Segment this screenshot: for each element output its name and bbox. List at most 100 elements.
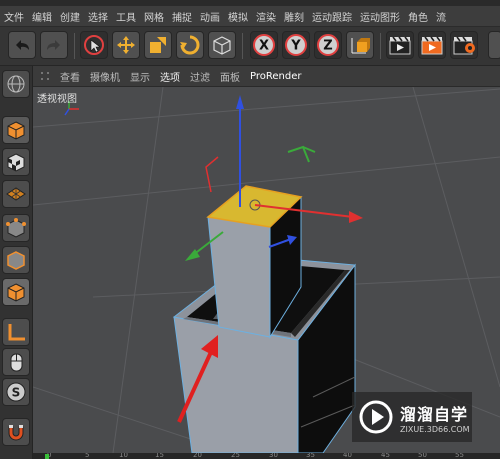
checker-cube-icon <box>7 153 25 172</box>
menu-motion-tracking[interactable]: 运动跟踪 <box>308 9 356 24</box>
texture-mode-button[interactable] <box>2 148 30 176</box>
menu-tools[interactable]: 工具 <box>112 9 140 24</box>
clapperboard-icon <box>389 36 411 55</box>
grid-plane-icon <box>6 187 26 201</box>
viewport-menu-view[interactable]: 查看 <box>55 69 85 84</box>
menu-select[interactable]: 选择 <box>84 9 112 24</box>
tick-label: 20 <box>193 453 202 459</box>
enable-axis-button[interactable] <box>2 318 30 346</box>
rotate-tool-button[interactable] <box>176 31 204 59</box>
scale-tool-button[interactable] <box>144 31 172 59</box>
model-mode-button[interactable] <box>2 70 30 98</box>
edge-mode-button[interactable] <box>2 246 30 274</box>
viewport-menu-filter[interactable]: 过滤 <box>185 69 215 84</box>
move-tool-button[interactable] <box>112 31 140 59</box>
cube-icon <box>213 36 231 55</box>
viewport-menu-camera[interactable]: 摄像机 <box>85 69 125 84</box>
undo-button[interactable] <box>8 31 36 59</box>
menu-edit[interactable]: 编辑 <box>28 9 56 24</box>
menu-character[interactable]: 角色 <box>404 9 432 24</box>
snap-toggle-button[interactable]: S <box>2 378 30 406</box>
tick-label: 25 <box>231 453 240 459</box>
menu-pipeline[interactable]: 流 <box>432 9 450 24</box>
viewport-menu-options[interactable]: 选项 <box>155 69 185 84</box>
y-axis-lock-button[interactable]: Y <box>282 31 310 59</box>
svg-text:Z: Z <box>323 39 332 54</box>
viewport-menu-display[interactable]: 显示 <box>125 69 155 84</box>
main-menu-bar: 文件 编辑 创建 选择 工具 网格 捕捉 动画 模拟 渲染 雕刻 运动跟踪 运动… <box>0 6 500 27</box>
menu-mesh[interactable]: 网格 <box>140 9 168 24</box>
tweak-mode-button[interactable] <box>2 348 30 376</box>
magnet-icon <box>8 425 24 441</box>
svg-text:S: S <box>12 386 21 400</box>
viewport-menu-panel[interactable]: 面板 <box>215 69 245 84</box>
rotate-icon <box>180 35 200 55</box>
redo-button[interactable] <box>40 31 68 59</box>
clapperboard-orange-icon <box>421 36 443 55</box>
z-axis-lock-button[interactable]: Z <box>314 31 342 59</box>
render-settings-button[interactable] <box>450 31 478 59</box>
world-coordinate-icon <box>351 38 370 54</box>
axis-corner-icon <box>8 324 25 341</box>
polygon-mode-button[interactable] <box>2 278 30 306</box>
perspective-viewport[interactable]: 透视视图 溜溜自学 ZIXUE.3D66.COM <box>33 87 500 453</box>
redo-icon <box>47 40 60 50</box>
recent-tool-button[interactable] <box>208 31 236 59</box>
viewport-menu-prorender[interactable]: ProRender <box>245 71 306 82</box>
cube-orange-icon <box>7 121 25 140</box>
snap-s-icon: S <box>6 382 26 402</box>
play-logo-icon <box>359 400 393 434</box>
menu-file[interactable]: 文件 <box>0 9 28 24</box>
cube-points-icon <box>6 218 26 238</box>
cube-edges-icon <box>7 251 25 270</box>
left-mode-palette: S <box>0 66 33 459</box>
playhead-marker[interactable] <box>45 454 49 459</box>
x-axis-lock-button[interactable]: X <box>250 31 278 59</box>
magnet-tool-button[interactable] <box>2 418 30 446</box>
render-view-button[interactable] <box>386 31 414 59</box>
menu-create[interactable]: 创建 <box>56 9 84 24</box>
menu-animate[interactable]: 动画 <box>196 9 224 24</box>
x-axis-icon: X <box>253 34 275 56</box>
points-mode-button[interactable] <box>2 116 30 144</box>
main-toolbar: X Y Z <box>0 27 500 66</box>
workplane-mode-button[interactable] <box>2 180 30 208</box>
move-icon <box>117 36 135 54</box>
timeline-ruler[interactable]: 0 5 10 15 20 25 30 35 40 45 50 55 <box>33 453 500 459</box>
tick-label: 40 <box>343 453 352 459</box>
menu-simulate[interactable]: 模拟 <box>224 9 252 24</box>
mouse-icon <box>10 353 23 372</box>
cube-polygons-icon <box>7 283 25 302</box>
viewport-menu-bar: 查看 摄像机 显示 选项 过滤 面板 ProRender <box>33 66 500 87</box>
tick-label: 35 <box>306 453 315 459</box>
tick-label: 5 <box>85 453 90 459</box>
scale-icon <box>150 37 166 53</box>
svg-text:Y: Y <box>290 39 301 54</box>
render-to-picture-viewer-button[interactable] <box>418 31 446 59</box>
menu-snap[interactable]: 捕捉 <box>168 9 196 24</box>
toolbar-overflow[interactable] <box>488 31 500 59</box>
render-settings-icon <box>453 36 475 55</box>
viewport-title: 透视视图 <box>37 94 77 105</box>
tick-label: 50 <box>418 453 427 459</box>
y-axis-icon: Y <box>285 34 307 56</box>
undo-icon <box>16 40 29 50</box>
watermark-url: ZIXUE.3D66.COM <box>400 424 470 434</box>
watermark: 溜溜自学 ZIXUE.3D66.COM <box>352 392 472 442</box>
svg-text:X: X <box>259 39 269 54</box>
tick-label: 10 <box>119 453 128 459</box>
tick-label: 55 <box>455 453 464 459</box>
menu-sculpt[interactable]: 雕刻 <box>280 9 308 24</box>
live-selection-button[interactable] <box>80 31 108 59</box>
sphere-grid-icon <box>7 75 25 93</box>
tick-label: 30 <box>269 453 278 459</box>
menu-mograph[interactable]: 运动图形 <box>356 9 404 24</box>
coordinate-system-button[interactable] <box>346 31 374 59</box>
live-selection-icon <box>84 35 104 55</box>
watermark-title: 溜溜自学 <box>400 404 469 424</box>
z-axis-icon: Z <box>317 34 339 56</box>
grip-icon <box>41 72 49 80</box>
tick-label: 45 <box>381 453 390 459</box>
menu-render[interactable]: 渲染 <box>252 9 280 24</box>
point-mode-button[interactable] <box>2 214 30 242</box>
